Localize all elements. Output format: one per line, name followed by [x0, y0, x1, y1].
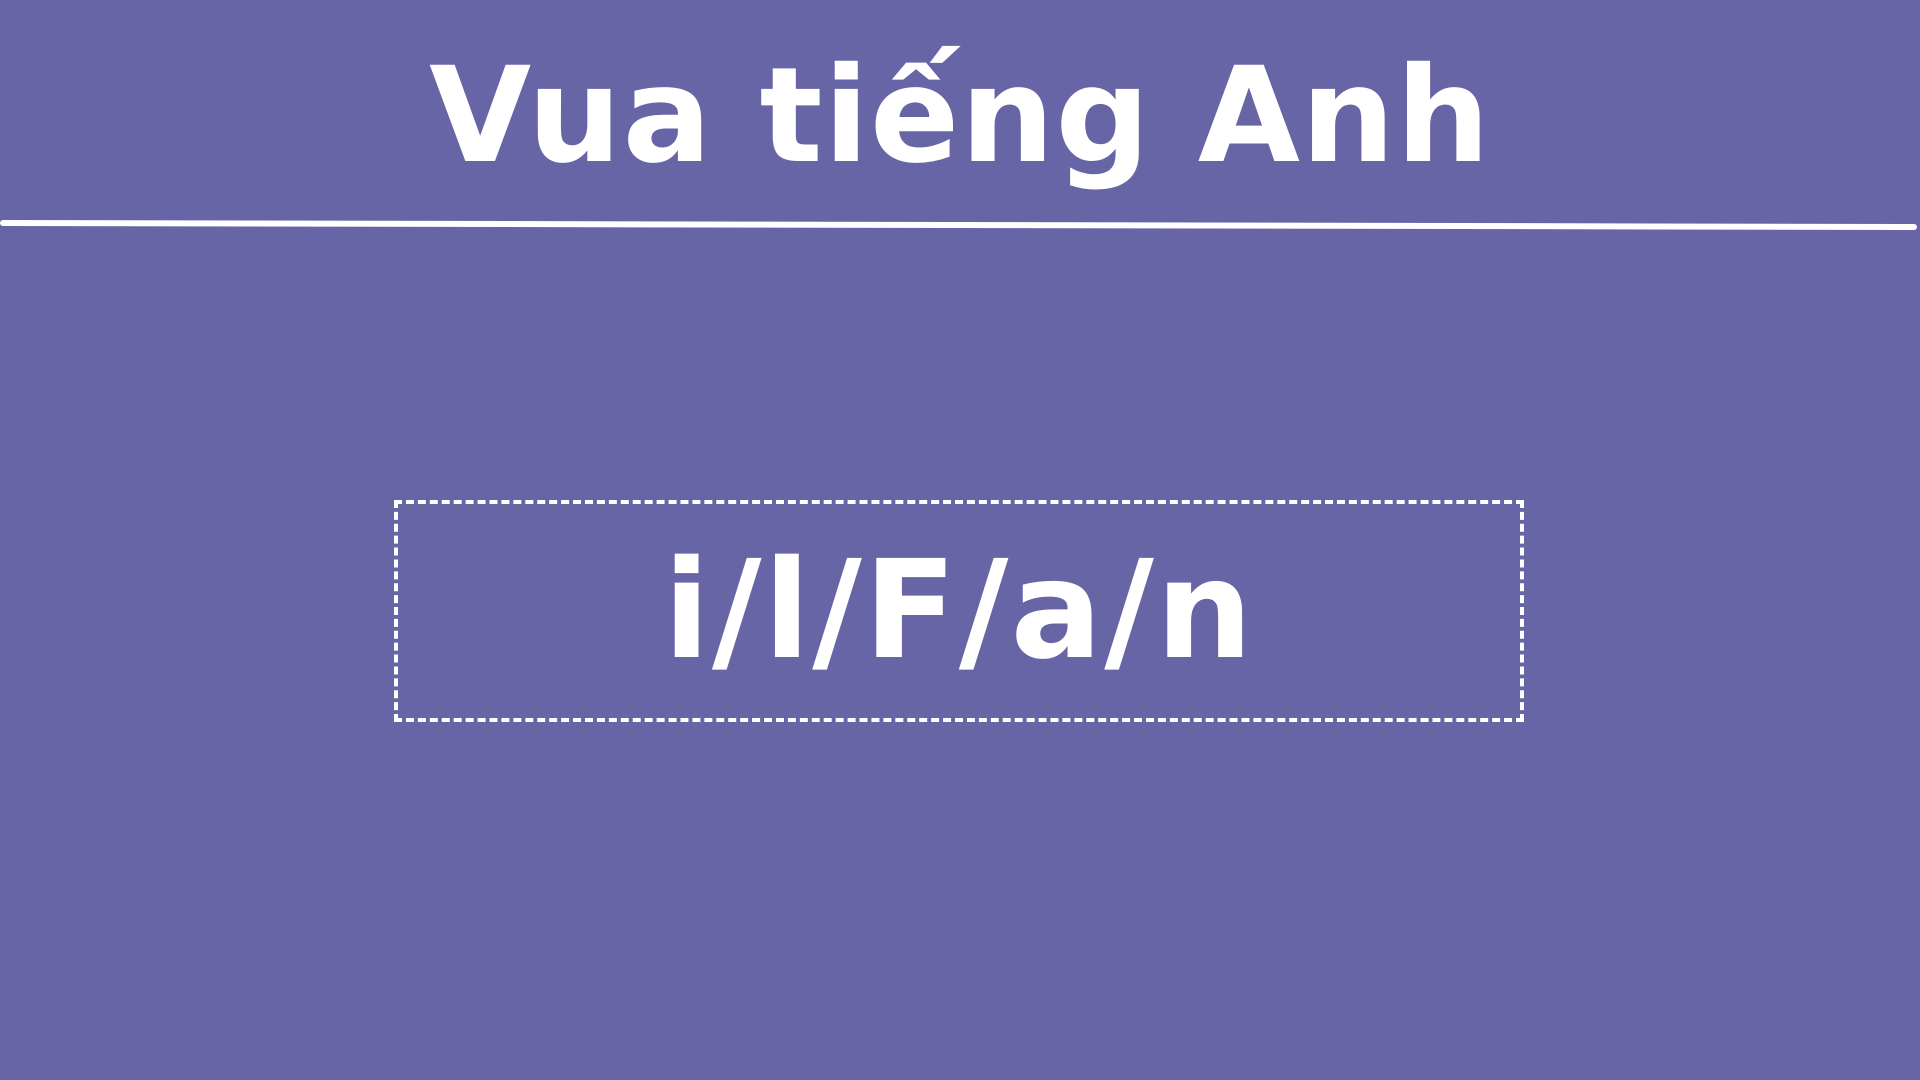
scrambled-word: i/l/F/a/n: [663, 532, 1255, 690]
game-title: Vua tiếng Anh: [429, 39, 1491, 193]
